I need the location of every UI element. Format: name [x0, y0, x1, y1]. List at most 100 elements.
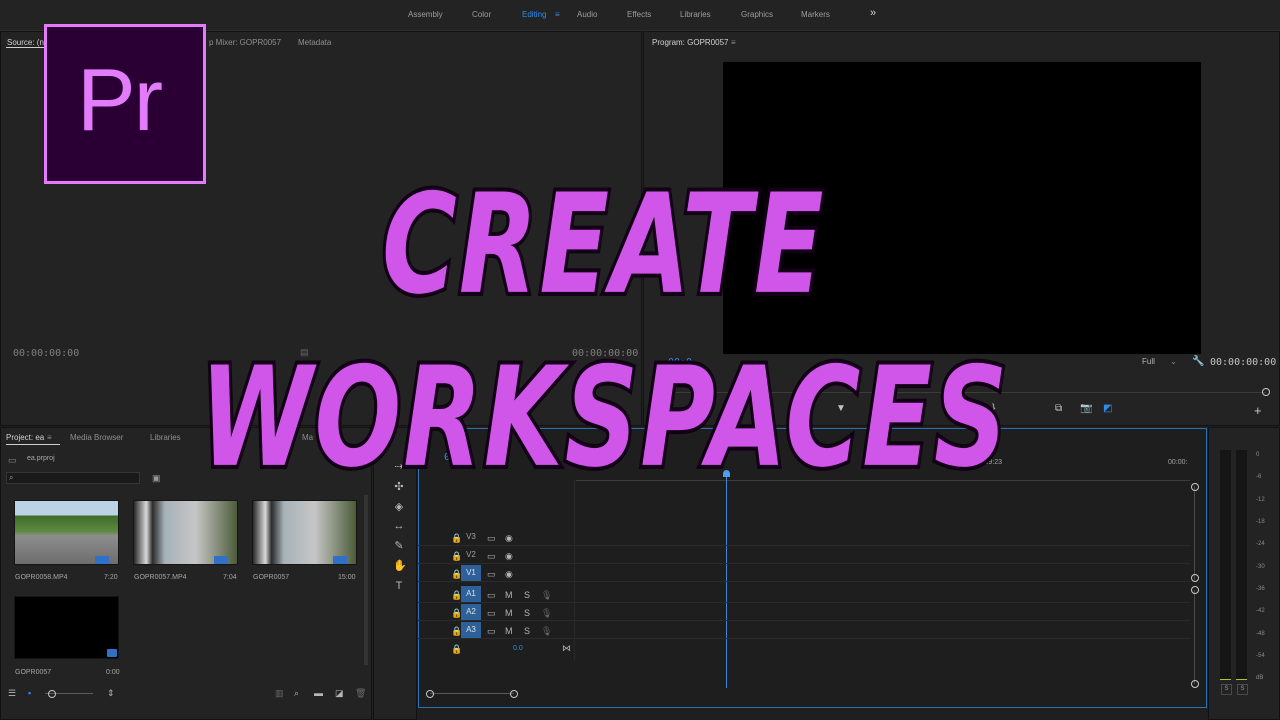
video-vertical-scrollbar[interactable] — [1194, 486, 1195, 580]
track-label-a3[interactable]: A3 — [461, 622, 481, 638]
chevron-down-icon[interactable]: ⌄ — [1170, 357, 1177, 366]
comparison-view-icon[interactable]: ◩ — [1103, 403, 1112, 414]
tab-libraries[interactable]: Libraries — [150, 433, 181, 442]
tab-source[interactable]: Source: (nc — [7, 38, 48, 47]
audio-vertical-scrollbar[interactable] — [1194, 590, 1195, 684]
find-icon[interactable]: ⌕ — [294, 688, 299, 698]
timeline-horizontal-scrollbar[interactable] — [430, 693, 514, 694]
vscroll-handle[interactable] — [1191, 680, 1199, 688]
tab-project[interactable]: Project: ea — [6, 433, 44, 442]
meter-level-left — [1220, 679, 1231, 680]
sync-lock-icon[interactable]: ▭ — [487, 590, 496, 600]
clip-name: GOPR0057.MP4 — [134, 574, 187, 581]
slip-tool-icon[interactable]: ↔ — [393, 519, 405, 533]
button-editor-plus-icon[interactable]: + — [1254, 403, 1262, 418]
microphone-icon[interactable]: 🎙 — [541, 608, 552, 618]
meter-tick: -42 — [1256, 608, 1265, 614]
workspace-menu-icon[interactable]: ≡ — [555, 10, 560, 19]
new-bin-icon[interactable]: ▬ — [314, 688, 323, 698]
project-scrollbar[interactable] — [364, 495, 368, 665]
wrench-icon[interactable]: 🔧 — [1192, 356, 1204, 367]
program-title[interactable]: Program: GOPR0057 — [652, 38, 728, 47]
logo-text: Pr — [77, 50, 163, 149]
scrub-end-handle[interactable] — [1262, 388, 1270, 396]
clip-name: GOPR0057 — [15, 669, 52, 676]
source-timecode-current: 00:00:00:00 — [13, 348, 80, 359]
sync-lock-icon[interactable]: ▭ — [487, 608, 496, 618]
new-item-icon[interactable]: ◪ — [335, 688, 344, 698]
workspace-tab-markers[interactable]: Markers — [801, 10, 830, 19]
meter-tick: -6 — [1256, 474, 1262, 480]
icon-view-icon[interactable]: ▪ — [28, 688, 31, 698]
solo-right-button[interactable]: S — [1237, 684, 1248, 695]
trash-icon[interactable]: 🗑 — [355, 688, 366, 698]
vscroll-handle[interactable] — [1191, 574, 1199, 582]
vscroll-handle[interactable] — [1191, 483, 1199, 491]
workspace-tab-color[interactable]: Color — [472, 10, 491, 19]
eye-icon[interactable]: ◉ — [505, 569, 513, 579]
master-track-end-icon[interactable]: ⋈ — [562, 643, 571, 653]
workspace-tab-graphics[interactable]: Graphics — [741, 10, 773, 19]
workspace-overflow-icon[interactable]: » — [870, 7, 876, 19]
clip-name: GOPR0057 — [253, 574, 290, 581]
export-frame-group-icon[interactable]: ⧉ — [1055, 403, 1062, 414]
pen-tool-icon[interactable]: ✎ — [393, 539, 405, 553]
microphone-icon[interactable]: 🎙 — [541, 590, 552, 600]
meter-channel-right — [1236, 450, 1247, 680]
project-search-input[interactable] — [6, 472, 140, 484]
zoom-slider-handle[interactable] — [48, 690, 56, 698]
tab-metadata[interactable]: Metadata — [298, 38, 331, 47]
meter-tick: -36 — [1256, 586, 1265, 592]
solo-button[interactable]: S — [524, 608, 530, 618]
solo-left-button[interactable]: S — [1221, 684, 1232, 695]
track-label-a2[interactable]: A2 — [461, 604, 481, 620]
resolution-select[interactable]: Full — [1142, 357, 1155, 366]
meter-tick: dB — [1256, 675, 1264, 681]
camera-icon[interactable]: 📷 — [1080, 403, 1092, 414]
timeline-zoom-end-handle[interactable] — [510, 690, 518, 698]
sync-lock-icon[interactable]: ▭ — [487, 626, 496, 636]
sort-icon[interactable]: ⇕ — [107, 688, 115, 698]
meter-level-right — [1236, 679, 1247, 680]
overlay-title-line-2: WORKSPACES — [197, 334, 1010, 503]
sync-lock-icon[interactable]: ▭ — [487, 551, 496, 561]
timeline-zoom-start-handle[interactable] — [426, 690, 434, 698]
vscroll-handle[interactable] — [1191, 586, 1199, 594]
track-row-a3 — [418, 621, 1190, 639]
eye-icon[interactable]: ◉ — [505, 551, 513, 561]
hand-tool-icon[interactable]: ✋ — [393, 559, 407, 573]
solo-button[interactable]: S — [524, 626, 530, 636]
list-view-icon[interactable]: ☰ — [8, 688, 16, 698]
workspace-tab-effects[interactable]: Effects — [627, 10, 651, 19]
new-bin-from-search-icon[interactable]: ▣ — [152, 473, 161, 484]
solo-button[interactable]: S — [524, 590, 530, 600]
track-label-a1[interactable]: A1 — [461, 586, 481, 602]
track-label-v1[interactable]: V1 — [461, 565, 481, 581]
eye-icon[interactable]: ◉ — [505, 533, 513, 543]
microphone-icon[interactable]: 🎙 — [541, 626, 552, 636]
workspace-tab-editing[interactable]: Editing — [522, 10, 546, 19]
lock-icon[interactable]: 🔒 — [451, 644, 462, 654]
search-icon: ⌕ — [9, 473, 14, 482]
project-menu-icon[interactable]: ≡ — [47, 433, 52, 442]
automate-to-sequence-icon[interactable]: ▥ — [275, 688, 284, 698]
mute-button[interactable]: M — [505, 626, 513, 636]
tab-audio-clip-mixer[interactable]: p Mixer: GOPR0057 — [209, 38, 281, 47]
mute-button[interactable]: M — [505, 590, 513, 600]
track-label-v2[interactable]: V2 — [461, 547, 481, 563]
sync-lock-icon[interactable]: ▭ — [487, 533, 496, 543]
premiere-pro-logo: Pr — [44, 24, 206, 184]
tab-media-browser[interactable]: Media Browser — [70, 433, 123, 442]
sync-lock-icon[interactable]: ▭ — [487, 569, 496, 579]
workspace-tab-audio[interactable]: Audio — [577, 10, 597, 19]
mute-button[interactable]: M — [505, 608, 513, 618]
program-menu-icon[interactable]: ≡ — [731, 38, 736, 47]
track-label-v3[interactable]: V3 — [461, 529, 481, 545]
clip-thumbnail[interactable] — [14, 596, 119, 659]
workspace-tab-libraries[interactable]: Libraries — [680, 10, 711, 19]
track-row-v2 — [418, 546, 1190, 564]
razor-tool-icon[interactable]: ◈ — [393, 500, 405, 514]
workspace-tab-assembly[interactable]: Assembly — [408, 10, 443, 19]
type-tool-icon[interactable]: T — [393, 579, 405, 593]
master-volume-value[interactable]: 0.0 — [513, 645, 523, 652]
